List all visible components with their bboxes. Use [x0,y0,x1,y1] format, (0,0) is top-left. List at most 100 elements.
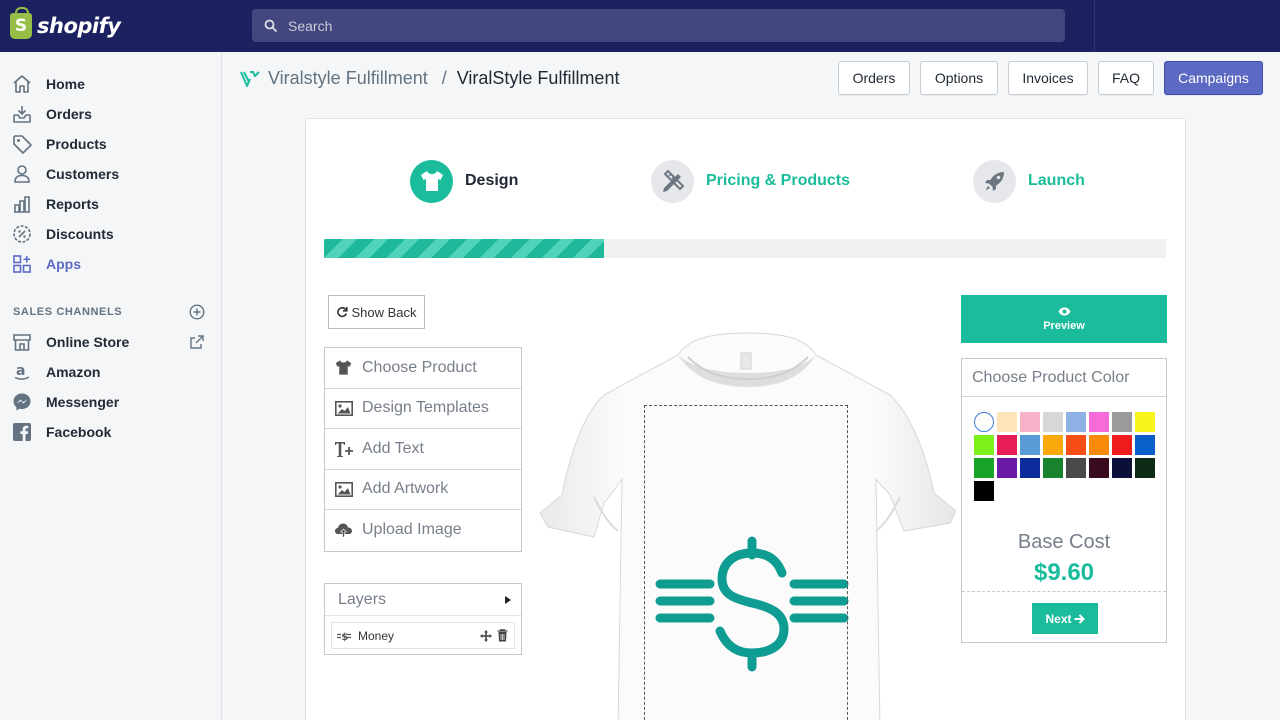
options-button[interactable]: Options [920,61,998,95]
layers-title: Layers [338,590,387,608]
invoices-button[interactable]: Invoices [1008,61,1088,95]
sales-channels-header: SALES CHANNELS [0,297,221,327]
tool-choose-product[interactable]: Choose Product [325,348,521,389]
panel-divider [962,591,1166,592]
color-swatch[interactable] [1135,458,1155,478]
step-label: Pricing & Products [706,172,851,189]
color-swatch[interactable] [997,435,1017,455]
layer-item[interactable]: $ Money [331,622,515,649]
sidebar-item-home[interactable]: Home [0,69,221,99]
sidebar-item-label: Amazon [46,364,101,380]
sidebar-item-facebook[interactable]: Facebook [0,417,221,447]
tool-label: Add Text [362,439,424,457]
color-swatch[interactable] [1112,458,1132,478]
external-link-icon[interactable] [189,334,205,350]
color-swatch[interactable] [1112,412,1132,432]
color-swatch[interactable] [1043,412,1063,432]
tool-add-text[interactable]: Add Text [325,429,521,470]
step-design[interactable]: Design [410,159,518,203]
sidebar-item-label: Apps [46,256,81,272]
cloud-upload-icon [334,521,353,540]
shopify-logo[interactable]: S shopify [10,7,121,42]
add-channel-icon[interactable] [189,304,205,320]
topbar-divider [1094,0,1095,52]
messenger-icon [12,392,32,412]
color-swatch[interactable] [1135,412,1155,432]
color-swatch[interactable] [974,481,994,501]
step-launch[interactable]: Launch [973,159,1085,203]
sidebar-item-orders[interactable]: Orders [0,99,221,129]
tool-add-artwork[interactable]: Add Artwork [325,469,521,510]
sidebar: Home Orders Products Customers Reports D… [0,52,222,720]
color-swatch[interactable] [974,412,994,432]
text-plus-icon [334,439,353,458]
print-area-guide[interactable] [644,405,848,720]
svg-text:a: a [16,363,25,379]
sidebar-item-online-store[interactable]: Online Store [0,327,221,357]
trash-icon[interactable] [497,629,508,642]
store-icon [12,332,32,352]
color-swatch[interactable] [1043,435,1063,455]
campaigns-button[interactable]: Campaigns [1164,61,1263,95]
sidebar-item-label: Customers [46,166,120,182]
tool-upload-image[interactable]: Upload Image [325,510,521,551]
color-swatch[interactable] [1020,412,1040,432]
tool-label: Choose Product [362,358,477,376]
color-swatch[interactable] [1020,435,1040,455]
sidebar-item-label: Orders [46,106,92,122]
color-swatch[interactable] [1089,458,1109,478]
tshirt-icon [420,171,443,191]
color-swatch[interactable] [1066,412,1086,432]
apps-icon [12,254,32,274]
channels-nav: Online Store a Amazon Messenger Facebook [0,327,221,447]
sidebar-item-messenger[interactable]: Messenger [0,387,221,417]
sidebar-item-apps[interactable]: Apps [0,249,221,279]
sidebar-item-reports[interactable]: Reports [0,189,221,219]
page-scrollbar[interactable] [1270,104,1280,720]
color-swatch[interactable] [1089,435,1109,455]
next-button[interactable]: Next [1032,603,1098,634]
color-swatch[interactable] [1020,458,1040,478]
color-swatch[interactable] [1112,435,1132,455]
color-swatch[interactable] [1135,435,1155,455]
color-swatch[interactable] [974,435,994,455]
color-swatch[interactable] [974,458,994,478]
sidebar-item-label: Home [46,76,85,92]
sidebar-item-products[interactable]: Products [0,129,221,159]
step-label: Launch [1028,172,1085,189]
color-swatch[interactable] [997,458,1017,478]
sidebar-item-label: Products [46,136,107,152]
layers-header[interactable]: Layers [325,584,521,616]
refresh-icon [337,307,349,318]
top-bar: S shopify [0,0,1280,52]
show-back-label: Show Back [351,304,417,320]
color-swatch[interactable] [997,412,1017,432]
design-tools-list: Choose Product Design Templates Add Text… [324,347,522,552]
move-icon[interactable] [480,629,492,642]
dollar-layer-icon: $ [337,632,351,642]
search-bar[interactable] [252,9,1065,42]
search-input[interactable] [288,17,1048,34]
color-swatch[interactable] [1066,435,1086,455]
user-icon [12,164,32,184]
orders-button[interactable]: Orders [838,61,910,95]
sidebar-item-discounts[interactable]: Discounts [0,219,221,249]
color-swatch[interactable] [1043,458,1063,478]
color-panel-title: Choose Product Color [962,359,1166,397]
tool-label: Design Templates [362,399,489,417]
sidebar-item-amazon[interactable]: a Amazon [0,357,221,387]
step-pricing-products[interactable]: Pricing & Products [651,159,850,203]
brand-name: shopify [37,14,121,38]
color-swatch[interactable] [1066,458,1086,478]
step-label: Design [465,172,519,189]
sidebar-item-customers[interactable]: Customers [0,159,221,189]
show-back-button[interactable]: Show Back [328,295,425,329]
preview-button[interactable]: Preview [961,295,1167,343]
tool-design-templates[interactable]: Design Templates [325,388,521,429]
sales-channels-title: SALES CHANNELS [13,306,123,318]
next-label: Next [1045,611,1072,626]
color-swatch[interactable] [1089,412,1109,432]
faq-button[interactable]: FAQ [1098,61,1154,95]
breadcrumb-app-link[interactable]: Viralstyle Fulfillment [268,68,428,89]
orders-icon [12,104,32,124]
